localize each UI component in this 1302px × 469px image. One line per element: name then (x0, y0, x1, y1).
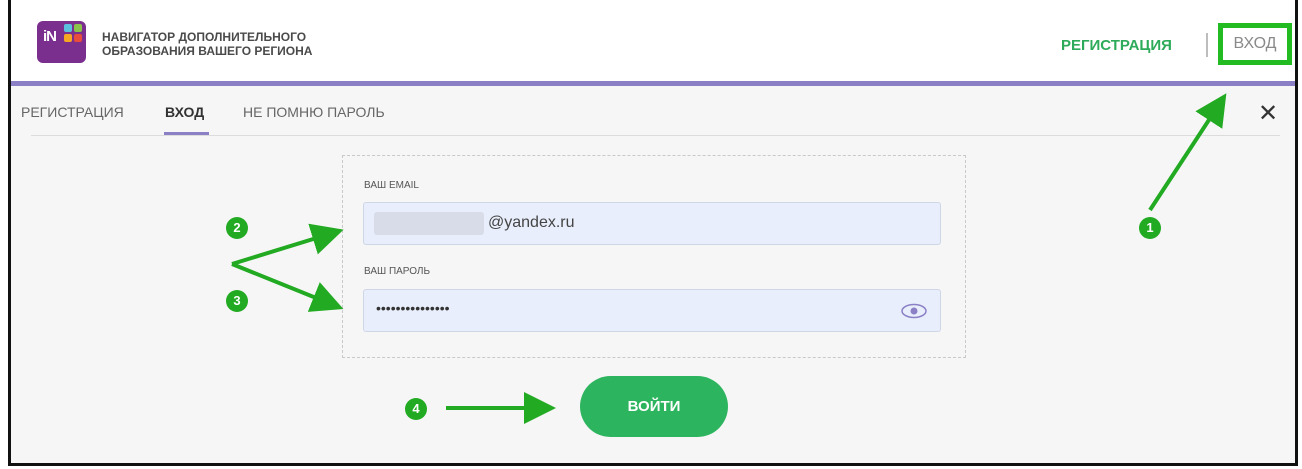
annotation-marker: 3 (226, 290, 248, 312)
annotation-marker: 2 (226, 217, 248, 239)
annotation-marker: 1 (1139, 217, 1161, 239)
arrow-to-email-field (231, 223, 344, 266)
annotation-arrows (231, 93, 1227, 424)
annotation-marker: 4 (405, 398, 427, 420)
arrow-to-login-link (1148, 93, 1227, 212)
